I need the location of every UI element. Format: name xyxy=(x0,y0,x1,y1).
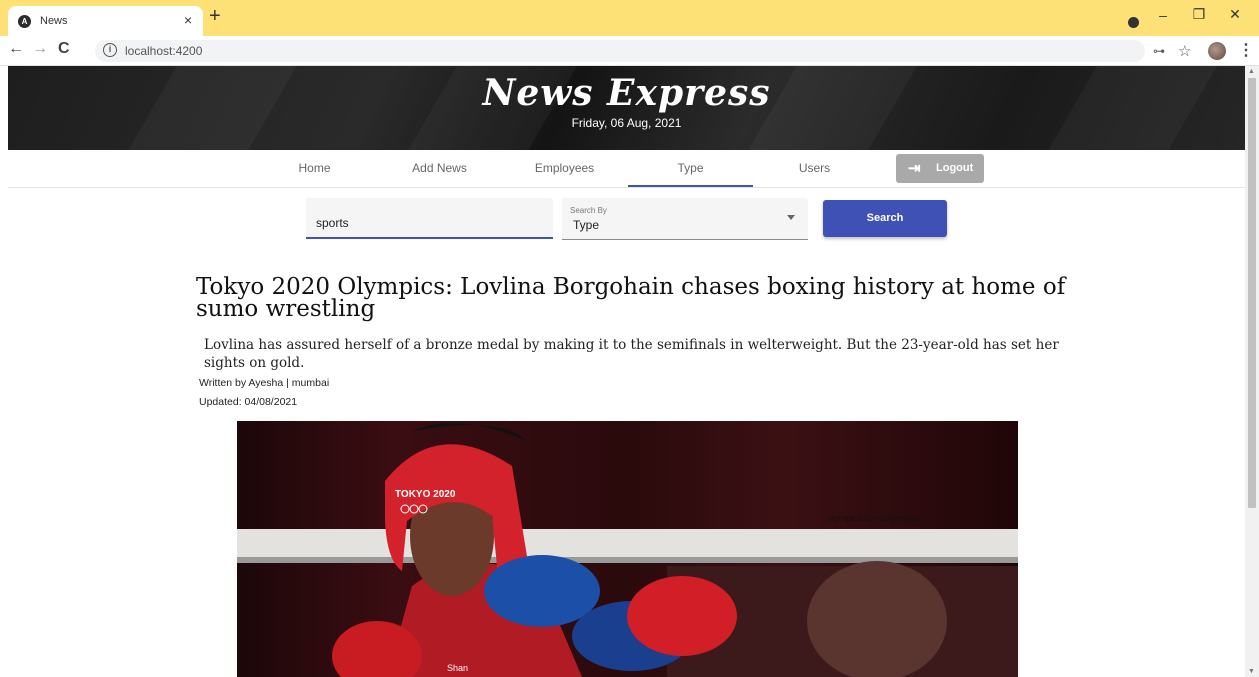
window-controls: – ❐ ✕ xyxy=(1147,6,1251,23)
browser-tab[interactable]: A News × xyxy=(8,6,203,36)
minimize-icon[interactable]: – xyxy=(1147,7,1179,23)
browser-tab-bar: A News × + – ❐ ✕ xyxy=(0,0,1259,36)
avatar[interactable] xyxy=(1208,42,1226,60)
site-header: News Express Friday, 06 Aug, 2021 xyxy=(8,66,1245,150)
site-logo: News Express xyxy=(482,72,771,114)
logout-button[interactable]: ⇥ Logout xyxy=(896,154,984,183)
scroll-down-icon[interactable]: ▼ xyxy=(1248,668,1255,675)
nav-users[interactable]: Users xyxy=(752,150,877,187)
info-icon[interactable]: i xyxy=(103,43,117,57)
trunks-text: Shan xyxy=(447,663,468,673)
logout-icon: ⇥ xyxy=(908,160,921,177)
page-viewport: News Express Friday, 06 Aug, 2021 Home A… xyxy=(0,66,1245,677)
tab-title: News xyxy=(40,15,68,27)
browser-address-bar: ← → C i localhost:4200 ⊶ ☆ ⋮ xyxy=(0,36,1259,66)
page-scrollbar[interactable]: ▲ ▼ xyxy=(1245,66,1259,677)
search-by-select[interactable]: Search By Type xyxy=(562,198,808,240)
boxing-photo: TOKYO 2020 olympics.com/olympics Shan xyxy=(237,423,1018,677)
image-watermark: olympics.com/olympics xyxy=(827,513,920,523)
header-date: Friday, 06 Aug, 2021 xyxy=(571,116,682,130)
headgear-text: TOKYO 2020 xyxy=(395,489,456,500)
close-window-icon[interactable]: ✕ xyxy=(1219,6,1251,23)
forward-arrow-icon[interactable]: → xyxy=(32,40,48,58)
maximize-icon[interactable]: ❐ xyxy=(1183,6,1215,23)
logout-label: Logout xyxy=(936,162,974,174)
scroll-thumb[interactable] xyxy=(1248,78,1256,508)
key-icon[interactable]: ⊶ xyxy=(1153,44,1165,58)
new-tab-icon[interactable]: + xyxy=(209,6,221,26)
article-summary: Lovlina has assured herself of a bronze … xyxy=(204,337,1059,371)
search-button[interactable]: Search xyxy=(823,200,947,237)
dropdown-arrow-icon xyxy=(787,215,795,220)
article-headline: Tokyo 2020 Olympics: Lovlina Borgohain c… xyxy=(196,274,1066,322)
search-input[interactable] xyxy=(316,216,536,230)
scroll-up-icon[interactable]: ▲ xyxy=(1248,68,1255,75)
profile-indicator-icon[interactable] xyxy=(1128,17,1139,28)
reload-icon[interactable]: C xyxy=(58,40,70,58)
select-label: Search By xyxy=(570,206,607,215)
bookmark-star-icon[interactable]: ☆ xyxy=(1178,42,1191,60)
nav-type[interactable]: Type xyxy=(628,150,753,187)
url-text: localhost:4200 xyxy=(125,44,203,58)
angular-icon: A xyxy=(18,15,31,28)
main-nav: Home Add News Employees Type Users ⇥ Log… xyxy=(8,150,1245,188)
nav-home[interactable]: Home xyxy=(252,150,377,187)
close-tab-icon[interactable]: × xyxy=(184,12,192,28)
search-field xyxy=(306,198,553,239)
article-byline: Written by Ayesha | mumbai xyxy=(199,377,330,389)
back-arrow-icon[interactable]: ← xyxy=(8,40,24,58)
select-value: Type xyxy=(573,218,600,232)
nav-employees[interactable]: Employees xyxy=(502,150,627,187)
article-updated: Updated: 04/08/2021 xyxy=(199,396,298,408)
menu-dots-icon[interactable]: ⋮ xyxy=(1238,40,1254,60)
url-field[interactable]: i localhost:4200 xyxy=(95,40,1145,62)
nav-add-news[interactable]: Add News xyxy=(377,150,502,187)
article-image: TOKYO 2020 olympics.com/olympics Shan xyxy=(237,421,1018,677)
